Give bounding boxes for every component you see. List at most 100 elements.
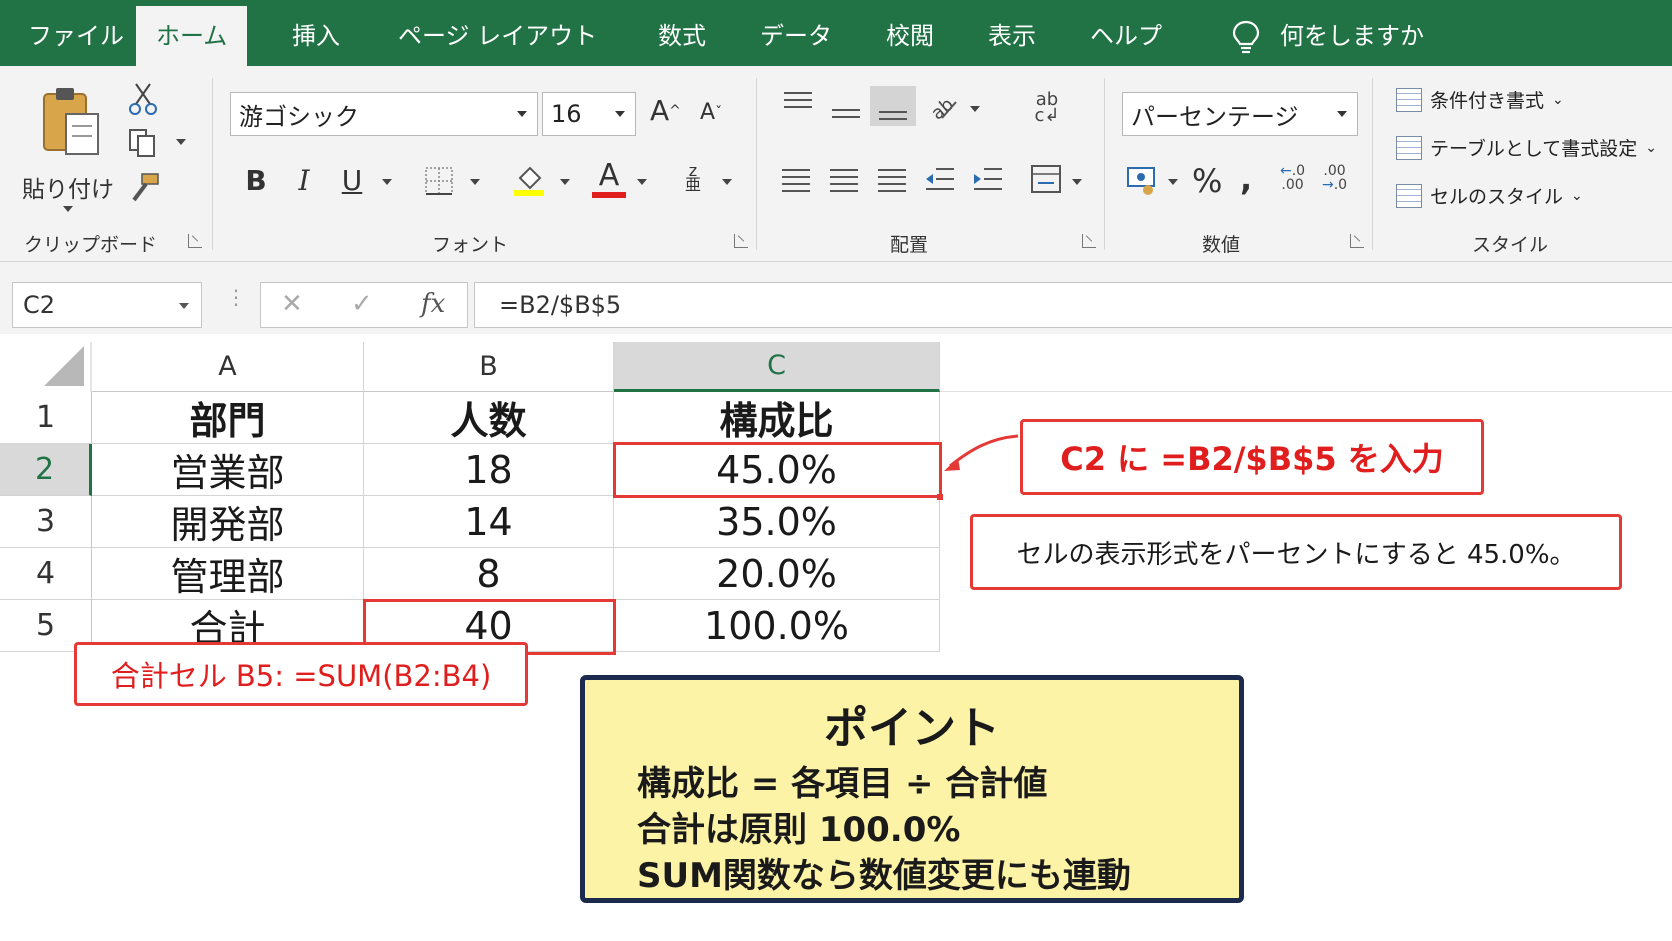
group-label-font: フォント [432, 234, 509, 256]
chevron-down-icon[interactable] [179, 303, 189, 309]
row-header-1[interactable]: 1 [0, 392, 92, 444]
phonetic-guide-icon[interactable]: z亜 [682, 163, 704, 193]
paste-button[interactable]: 貼り付け [22, 170, 114, 204]
group-label-alignment: 配置 [890, 234, 929, 256]
format-as-table-label: テーブルとして書式設定 [1430, 138, 1638, 160]
font-launcher-icon[interactable] [734, 234, 748, 248]
conditional-formatting-button[interactable]: 条件付き書式 ⌄ [1396, 86, 1564, 113]
cell-a3[interactable]: 開発部 [92, 496, 364, 548]
name-box[interactable]: C2 [12, 282, 202, 328]
align-bottom-button[interactable] [870, 86, 916, 126]
paste-icon[interactable] [38, 84, 104, 162]
font-size-combo[interactable]: 16 [542, 92, 636, 136]
fill-color-icon[interactable] [512, 162, 546, 196]
decrease-decimal-icon[interactable]: .00 →.0 [1322, 164, 1347, 192]
chevron-down-icon: ⌄ [1571, 187, 1583, 204]
cell-b3[interactable]: 14 [364, 496, 614, 548]
header-bottom-line [940, 391, 1672, 392]
tab-formulas[interactable]: 数式 [658, 0, 706, 66]
cell-c3[interactable]: 35.0% [614, 496, 940, 548]
cell-styles-button[interactable]: セルのスタイル ⌄ [1396, 182, 1583, 209]
copy-icon[interactable] [128, 128, 160, 158]
row-header-4[interactable]: 4 [0, 548, 92, 600]
formula-bar-splitter-icon[interactable]: ⋮ [226, 287, 246, 307]
number-launcher-icon[interactable] [1350, 234, 1364, 248]
point-title: ポイント [824, 703, 1000, 754]
formula-bar: C2 ⋮ ✕ ✓ fx =B2/$B$5 [0, 262, 1672, 334]
align-right-icon[interactable] [878, 166, 906, 192]
align-center-icon[interactable] [830, 166, 858, 192]
clipboard-launcher-icon[interactable] [188, 234, 202, 248]
tab-review[interactable]: 校閲 [886, 0, 934, 66]
column-header-c[interactable]: C [614, 342, 940, 392]
format-painter-icon[interactable] [128, 172, 160, 202]
font-color-icon[interactable]: A [592, 158, 626, 198]
align-middle-icon[interactable] [832, 104, 860, 118]
merge-dropdown-chevron[interactable] [1072, 179, 1082, 185]
tab-page-layout[interactable]: ページ レイアウト [398, 0, 597, 66]
borders-icon[interactable] [424, 166, 454, 196]
column-header-a[interactable]: A [92, 342, 364, 392]
lightbulb-icon[interactable] [1232, 20, 1260, 56]
comma-style-button[interactable]: , [1240, 160, 1252, 198]
row-header-2[interactable]: 2 [0, 444, 92, 496]
tell-me-search[interactable]: 何をしますか [1280, 0, 1424, 66]
font-color-dropdown-chevron[interactable] [637, 179, 647, 185]
cancel-icon[interactable]: ✕ [281, 289, 303, 319]
cell-c4[interactable]: 20.0% [614, 548, 940, 600]
cell-c5[interactable]: 100.0% [614, 600, 940, 652]
fill-color-dropdown-chevron[interactable] [560, 179, 570, 185]
tab-home[interactable]: ホーム [136, 6, 248, 66]
accounting-dropdown-chevron[interactable] [1168, 179, 1178, 185]
select-all-button[interactable] [0, 342, 92, 392]
accounting-format-icon[interactable] [1124, 162, 1158, 196]
paste-dropdown-chevron[interactable] [63, 206, 73, 212]
formula-input[interactable]: =B2/$B$5 [474, 282, 1672, 328]
phonetic-dropdown-chevron[interactable] [722, 179, 732, 185]
fill-handle[interactable] [937, 494, 943, 500]
cell-a1[interactable]: 部門 [92, 392, 364, 444]
sum-formula-callout: 合計セル B5: =SUM(B2:B4) [74, 642, 528, 706]
increase-font-size-icon[interactable]: A ^ [650, 94, 681, 127]
percent-style-button[interactable]: % [1192, 162, 1222, 200]
format-as-table-button[interactable]: テーブルとして書式設定 ⌄ [1396, 134, 1657, 161]
chevron-down-icon: ⌄ [1552, 91, 1564, 108]
column-header-b[interactable]: B [364, 342, 614, 392]
conditional-formatting-icon [1396, 87, 1422, 112]
cell-c1[interactable]: 構成比 [614, 392, 940, 444]
tab-file[interactable]: ファイル [28, 0, 124, 66]
increase-indent-icon[interactable] [972, 166, 1004, 192]
orientation-dropdown-chevron[interactable] [970, 106, 980, 112]
italic-button[interactable]: I [290, 164, 318, 197]
font-name-combo[interactable]: 游ゴシック [230, 92, 538, 136]
insert-function-button[interactable]: fx [421, 289, 445, 319]
orientation-icon[interactable]: ab [928, 94, 958, 120]
wrap-text-icon[interactable]: ab c↲ [1034, 91, 1060, 125]
underline-button[interactable]: U [338, 164, 366, 197]
row-header-3[interactable]: 3 [0, 496, 92, 548]
decrease-indent-icon[interactable] [924, 166, 956, 192]
underline-dropdown-chevron[interactable] [382, 179, 392, 185]
cell-a2[interactable]: 営業部 [92, 444, 364, 496]
decrease-font-size-icon[interactable]: Aˇ [700, 100, 722, 125]
cut-icon[interactable] [128, 82, 158, 116]
tab-insert[interactable]: 挿入 [292, 0, 340, 66]
alignment-launcher-icon[interactable] [1082, 234, 1096, 248]
tab-data[interactable]: データ [760, 0, 832, 66]
number-format-combo[interactable]: パーセンテージ [1122, 92, 1358, 136]
align-top-icon[interactable] [784, 92, 812, 108]
cell-a4[interactable]: 管理部 [92, 548, 364, 600]
copy-dropdown-chevron[interactable] [176, 139, 186, 145]
cell-b4[interactable]: 8 [364, 548, 614, 600]
increase-decimal-icon[interactable]: ←.0.00 [1280, 164, 1305, 192]
borders-dropdown-chevron[interactable] [470, 179, 480, 185]
bold-button[interactable]: B [242, 164, 270, 197]
tab-help[interactable]: ヘルプ [1090, 0, 1162, 66]
cell-b2[interactable]: 18 [364, 444, 614, 496]
enter-icon[interactable]: ✓ [351, 289, 373, 319]
group-separator [1104, 78, 1105, 250]
cell-b1[interactable]: 人数 [364, 392, 614, 444]
tab-view[interactable]: 表示 [988, 0, 1036, 66]
merge-center-icon[interactable] [1030, 164, 1062, 194]
align-left-icon[interactable] [782, 166, 810, 192]
